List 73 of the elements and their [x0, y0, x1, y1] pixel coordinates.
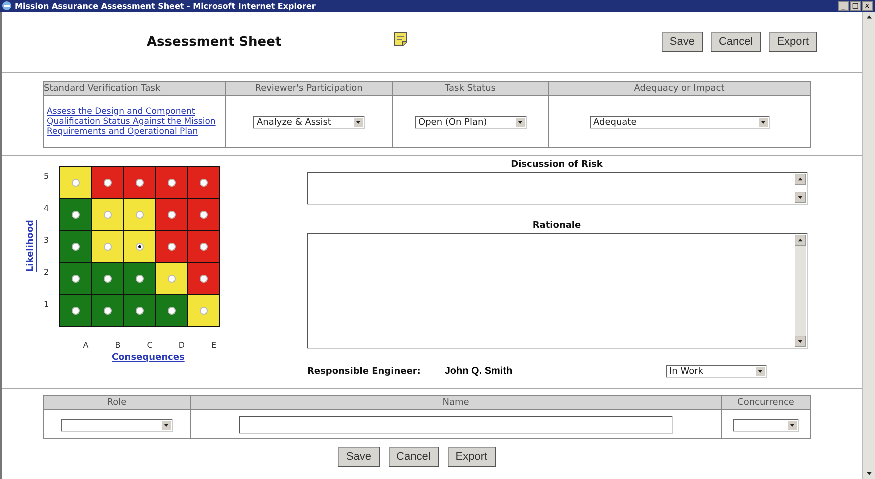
- status-select[interactable]: Open (On Plan): [414, 116, 526, 130]
- scroll-up-icon[interactable]: [866, 15, 872, 20]
- work-state-select[interactable]: In Work: [666, 365, 766, 378]
- consequences-axis-link[interactable]: Consequences: [112, 353, 185, 363]
- risk-radio[interactable]: [72, 242, 80, 250]
- name-field[interactable]: [239, 416, 673, 434]
- likelihood-label: 4: [44, 202, 50, 214]
- column-header: Adequacy or Impact: [548, 82, 810, 96]
- risk-radio[interactable]: [104, 306, 112, 314]
- consequence-label: C: [146, 341, 154, 350]
- page-title: Assessment Sheet: [147, 34, 282, 50]
- column-header: Reviewer's Participation: [226, 82, 392, 96]
- risk-radio[interactable]: [72, 274, 80, 282]
- likelihood-axis-link[interactable]: Likelihood: [26, 220, 36, 273]
- consequence-label: A: [82, 341, 90, 350]
- risk-radio[interactable]: [200, 210, 208, 218]
- risk-radio[interactable]: [200, 242, 208, 250]
- engineer-name: John Q. Smith: [444, 366, 513, 377]
- scroll-up-icon[interactable]: [794, 235, 806, 246]
- action-button[interactable]: Cancel: [388, 447, 439, 467]
- action-button[interactable]: Cancel: [710, 32, 762, 52]
- risk-radio[interactable]: [136, 274, 144, 282]
- action-button[interactable]: Export: [769, 32, 817, 52]
- risk-radio[interactable]: [72, 306, 80, 314]
- note-icon[interactable]: [394, 32, 408, 46]
- column-header: Name: [190, 396, 722, 410]
- column-header: Task Status: [392, 82, 548, 96]
- rationale-field[interactable]: [306, 233, 808, 349]
- risk-radio[interactable]: [104, 178, 112, 186]
- scrollbar[interactable]: [862, 12, 875, 479]
- consequence-label: B: [114, 341, 122, 350]
- scroll-up-icon[interactable]: [794, 174, 806, 185]
- risk-radio[interactable]: [72, 210, 80, 218]
- concurrence-select[interactable]: [733, 418, 799, 432]
- scroll-down-icon[interactable]: [794, 192, 806, 203]
- role-select[interactable]: [61, 418, 173, 432]
- column-header: Concurrence: [722, 396, 810, 410]
- discussion-field[interactable]: [306, 172, 808, 205]
- risk-radio[interactable]: [168, 210, 176, 218]
- likelihood-label: 3: [44, 234, 50, 246]
- field-label: Discussion of Risk: [511, 160, 603, 170]
- risk-radio[interactable]: [200, 178, 208, 186]
- risk-radio[interactable]: [104, 242, 112, 250]
- risk-radio[interactable]: [104, 210, 112, 218]
- likelihood-label: 2: [44, 266, 50, 278]
- scroll-down-icon[interactable]: [794, 336, 806, 347]
- action-button[interactable]: Export: [448, 447, 496, 467]
- window-title: Mission Assurance Assessment Sheet - Microsoft Internet Explorer: [15, 2, 316, 10]
- column-header: Role: [44, 396, 190, 410]
- consequence-label: D: [178, 341, 186, 350]
- likelihood-label: 5: [44, 170, 50, 182]
- risk-radio[interactable]: [200, 306, 208, 314]
- risk-radio[interactable]: [168, 178, 176, 186]
- risk-radio[interactable]: [136, 178, 144, 186]
- risk-radio[interactable]: [104, 274, 112, 282]
- risk-radio[interactable]: [136, 242, 144, 250]
- consequence-label: E: [210, 341, 218, 350]
- field-label: Rationale: [532, 221, 582, 231]
- participation-select[interactable]: Analyze & Assist: [253, 116, 365, 130]
- likelihood-label: 1: [44, 298, 50, 310]
- risk-radio[interactable]: [168, 242, 176, 250]
- risk-radio[interactable]: [136, 306, 144, 314]
- scroll-down-icon[interactable]: [866, 471, 872, 476]
- action-button[interactable]: Save: [338, 447, 380, 467]
- risk-radio[interactable]: [168, 274, 176, 282]
- action-button[interactable]: Save: [662, 32, 703, 52]
- risk-radio[interactable]: [200, 274, 208, 282]
- engineer-label: Responsible Engineer:: [308, 366, 421, 376]
- column-header: Standard Verification Task: [44, 82, 226, 96]
- risk-radio[interactable]: [72, 178, 80, 186]
- risk-radio[interactable]: [168, 306, 176, 314]
- adequacy-select[interactable]: Adequate: [590, 116, 770, 130]
- risk-radio[interactable]: [136, 210, 144, 218]
